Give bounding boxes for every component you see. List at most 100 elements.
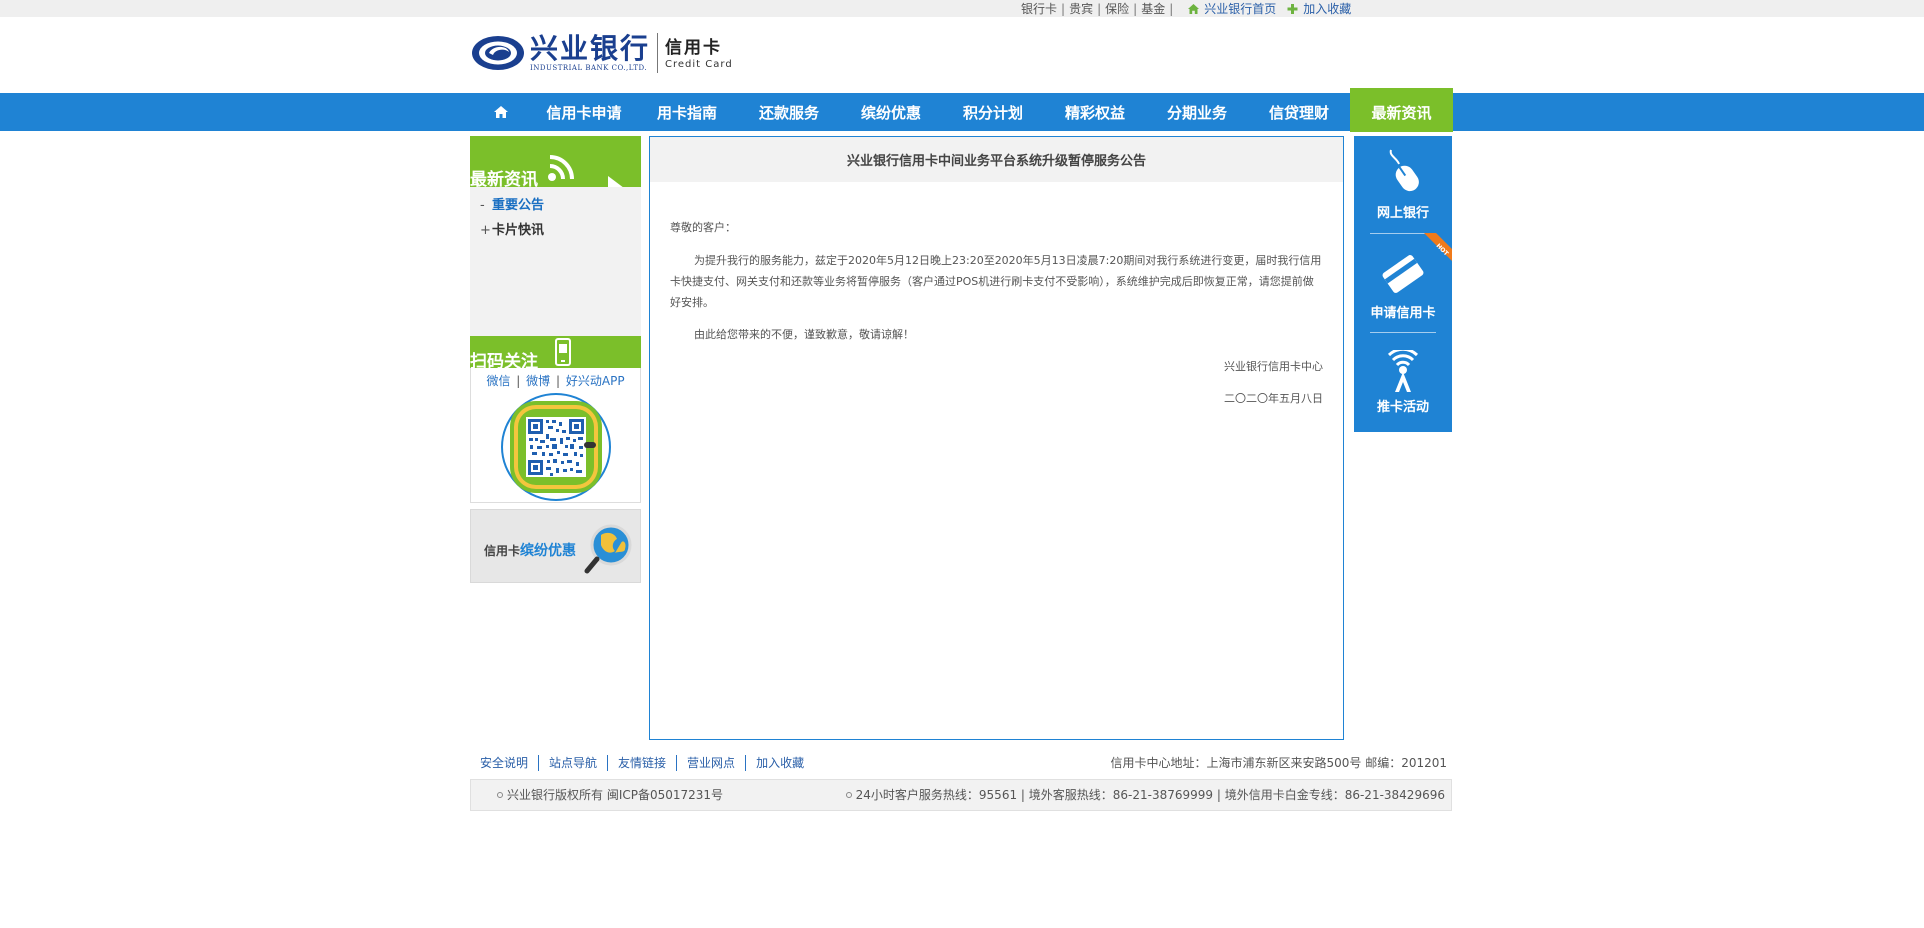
article-paragraph: 为提升我行的服务能力，兹定于2020年5月12日晚上23:20至2020年5月1… — [670, 254, 1322, 309]
separator: | — [1061, 1, 1066, 16]
footer-bar: 兴业银行版权所有 闽ICP备05017231号 24小时客户服务热线：95561… — [470, 779, 1452, 811]
article-panel: 兴业银行信用卡中间业务平台系统升级暂停服务公告 尊敬的客户： 为提升我行的服务能… — [649, 136, 1344, 740]
logo-name-en: INDUSTRIAL BANK CO.,LTD. — [530, 64, 648, 72]
logo-wordmark: 兴业银行 INDUSTRIAL BANK CO.,LTD. — [530, 32, 651, 73]
article-body: 尊敬的客户： 为提升我行的服务能力，兹定于2020年5月12日晚上23:20至2… — [650, 217, 1343, 409]
scan-links: 微信 | 微博 | 好兴动APP — [471, 372, 640, 389]
article-signature: 兴业银行信用卡中心 — [1224, 360, 1323, 373]
topbar-link-insurance[interactable]: 保险 — [1105, 0, 1129, 17]
credit-card-icon — [1382, 255, 1424, 293]
site-logo[interactable]: 兴业银行 INDUSTRIAL BANK CO.,LTD. 信用卡 Credit… — [471, 30, 733, 76]
main-nav-items: 信用卡申请 用卡指南 还款服务 缤纷优惠 积分计划 精彩权益 分期业务 信贷理财… — [470, 88, 1453, 132]
promo-highlight: 缤纷优惠 — [520, 543, 577, 559]
mouse-icon — [1389, 149, 1419, 192]
footer-hotlines-wrap: 24小时客户服务热线：95561 | 境外客服热线：86-21-38769999… — [845, 780, 1445, 810]
separator: | — [1097, 1, 1102, 16]
scan-follow-box: 扫码关注 微信 | 微博 | 好兴动APP — [470, 336, 641, 503]
news-category-label: 重要公告 — [492, 198, 545, 213]
news-box-title: 最新资讯 — [470, 170, 538, 187]
quick-link-label: 申请信用卡 — [1370, 306, 1436, 321]
nav-item-offers[interactable]: 缤纷优惠 — [840, 93, 942, 131]
quick-link-label: 网上银行 — [1376, 206, 1429, 221]
corner-arrow-icon — [608, 176, 623, 187]
logo-product: 信用卡 Credit Card — [665, 37, 733, 70]
logo-product-en: Credit Card — [665, 58, 733, 70]
separator: | — [556, 374, 561, 388]
scan-box-header: 扫码关注 — [470, 336, 641, 372]
nav-item-points[interactable]: 积分计划 — [942, 93, 1044, 131]
nav-item-installment[interactable]: 分期业务 — [1146, 93, 1248, 131]
footer-address: 信用卡中心地址：上海市浦东新区来安路500号 邮编：201201 — [1110, 756, 1447, 770]
news-box-header: 最新资讯 — [470, 136, 641, 187]
broadcast-icon — [1387, 350, 1419, 392]
footer-copyright-wrap: 兴业银行版权所有 闽ICP备05017231号 — [497, 780, 723, 810]
home-icon — [494, 106, 508, 118]
footer-link-security[interactable]: 安全说明 — [470, 755, 540, 771]
nav-home[interactable] — [470, 93, 532, 131]
main-nav: 信用卡申请 用卡指南 还款服务 缤纷优惠 积分计划 精彩权益 分期业务 信贷理财… — [0, 88, 1924, 132]
qr-code-wrapper — [471, 392, 640, 502]
topbar-link-vip[interactable]: 贵宾 — [1069, 0, 1093, 17]
scan-link-wechat[interactable]: 微信 — [486, 374, 510, 388]
offers-promo-banner[interactable]: 信用卡缤纷优惠 — [470, 509, 641, 583]
top-utility-links: 银行卡 | 贵宾 | 保险 | 基金 | 兴业银行首页 加入收藏 — [1021, 0, 1351, 17]
footer-links: 安全说明 站点导航 友情链接 营业网点 加入收藏 — [470, 752, 814, 774]
article-date: 二〇二〇年五月八日 — [1224, 392, 1323, 405]
article-greeting: 尊敬的客户： — [670, 221, 736, 234]
news-category-box: 最新资讯 - 重要公告 + 卡片快讯 — [470, 136, 641, 336]
news-category-important[interactable]: - 重要公告 — [480, 195, 641, 220]
footer-link-friends[interactable]: 友情链接 — [608, 755, 678, 771]
separator: | — [1133, 1, 1138, 16]
nav-item-wealth[interactable]: 信贷理财 — [1248, 93, 1350, 131]
nav-item-benefits[interactable]: 精彩权益 — [1044, 93, 1146, 131]
home-icon — [1188, 3, 1200, 14]
bullet-icon — [497, 792, 503, 798]
footer-copyright: 兴业银行版权所有 闽ICP备05017231号 — [507, 788, 724, 802]
quick-link-online-banking[interactable]: 网上银行 — [1354, 148, 1452, 230]
separator: | — [1169, 1, 1174, 16]
qr-code-icon — [500, 393, 611, 501]
phone-icon — [555, 338, 571, 366]
article-paragraph: 由此给您带来的不便，谨致歉意，敬请谅解！ — [694, 328, 914, 341]
logo-divider — [657, 33, 659, 73]
news-category-card-news[interactable]: + 卡片快讯 — [480, 220, 641, 245]
collapse-marker: - — [480, 198, 485, 213]
topbar-home-link[interactable]: 兴业银行首页 — [1187, 0, 1276, 17]
bank-logo-icon — [472, 36, 524, 70]
expand-marker: + — [480, 223, 491, 238]
topbar-link-fund[interactable]: 基金 — [1141, 0, 1165, 17]
news-category-list: - 重要公告 + 卡片快讯 — [470, 187, 641, 245]
topbar-favorite-link[interactable]: 加入收藏 — [1286, 0, 1351, 17]
quick-link-card-promotion[interactable]: 推卡活动 — [1354, 350, 1452, 430]
footer-link-branches[interactable]: 营业网点 — [677, 755, 747, 771]
logo-name-cn: 兴业银行 — [530, 32, 651, 65]
news-category-label: 卡片快讯 — [492, 223, 545, 238]
quick-link-label: 推卡活动 — [1376, 400, 1429, 415]
logo-product-cn: 信用卡 — [665, 37, 723, 58]
bullet-icon — [845, 792, 852, 798]
quick-link-apply-card[interactable]: 申请信用卡 — [1354, 252, 1452, 334]
scan-box-title: 扫码关注 — [470, 352, 538, 372]
right-quick-links: 网上银行 HOT 申请信用卡 推卡活动 — [1354, 136, 1452, 432]
promo-text: 信用卡缤纷优惠 — [484, 540, 576, 560]
left-sidebar: 最新资讯 - 重要公告 + 卡片快讯 扫码关注 微信 | 微博 | 好兴动APP… — [470, 136, 641, 583]
nav-item-card-apply[interactable]: 信用卡申请 — [532, 93, 636, 131]
top-utility-bar: 银行卡 | 贵宾 | 保险 | 基金 | 兴业银行首页 加入收藏 — [0, 0, 1924, 17]
article-title: 兴业银行信用卡中间业务平台系统升级暂停服务公告 — [650, 137, 1343, 182]
footer-link-favorite[interactable]: 加入收藏 — [746, 755, 814, 771]
topbar-home-label: 兴业银行首页 — [1204, 2, 1277, 16]
nav-item-latest-news[interactable]: 最新资讯 — [1350, 88, 1453, 132]
plus-icon — [1287, 3, 1298, 14]
nav-item-repayment[interactable]: 还款服务 — [738, 93, 840, 131]
footer-hotlines: 24小时客户服务热线：95561 | 境外客服热线：86-21-38769999… — [855, 788, 1445, 802]
promo-prefix: 信用卡 — [484, 544, 521, 558]
nav-item-card-guide[interactable]: 用卡指南 — [636, 93, 738, 131]
scan-link-weibo[interactable]: 微博 — [526, 374, 550, 388]
divider — [1370, 332, 1436, 333]
magnifier-globe-icon — [584, 524, 632, 574]
scan-link-app[interactable]: 好兴动APP — [566, 374, 625, 388]
rss-icon — [548, 155, 574, 181]
footer-link-sitemap[interactable]: 站点导航 — [539, 755, 609, 771]
topbar-link-bank-card[interactable]: 银行卡 — [1021, 0, 1057, 17]
topbar-favorite-label: 加入收藏 — [1303, 2, 1352, 16]
